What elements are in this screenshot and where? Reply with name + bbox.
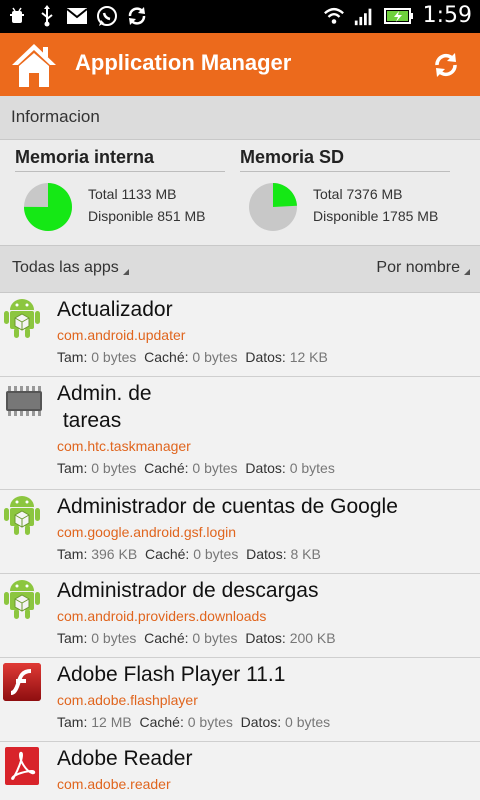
cache-label: Caché: xyxy=(139,714,184,730)
home-icon[interactable] xyxy=(10,41,58,89)
size-label: Tam: xyxy=(57,630,88,646)
sd-memory-title: Memoria SD xyxy=(240,147,450,172)
chip-icon xyxy=(2,381,42,421)
app-row[interactable]: Actualizador com.android.updater Tam: 0 by… xyxy=(0,293,480,377)
data-label: Datos: xyxy=(245,630,286,646)
cache-value: 0 bytes xyxy=(187,714,233,730)
sd-memory-available: Disponible 1785 MB xyxy=(313,208,439,224)
cache-value: 0 bytes xyxy=(193,546,239,562)
usb-debug-icon xyxy=(6,4,28,28)
app-list[interactable]: Actualizador com.android.updater Tam: 0 by… xyxy=(0,293,480,800)
app-stats: Tam: 0 bytes Caché: 0 bytes Datos: 0 byt… xyxy=(57,460,335,476)
app-name: Adobe Flash Player 11.1 xyxy=(57,663,286,686)
usb-icon xyxy=(36,4,58,28)
app-title: Application Manager xyxy=(75,50,292,75)
cache-value: 0 bytes xyxy=(192,460,238,476)
app-name: Adobe Reader xyxy=(57,747,193,770)
info-section-header: Informacion xyxy=(0,96,480,140)
size-label: Tam: xyxy=(57,714,88,730)
filter-bar: Todas las apps Por nombre xyxy=(0,245,480,293)
app-stats: Tam: 12 MB Caché: 0 bytes Datos: 0 bytes xyxy=(57,714,330,730)
data-value: 0 bytes xyxy=(285,714,331,730)
app-row[interactable]: Administrador de descargas com.android.pr… xyxy=(0,574,480,658)
sd-memory-pie-chart xyxy=(249,183,297,231)
size-value: 0 bytes xyxy=(91,630,137,646)
data-value: 0 bytes xyxy=(289,460,335,476)
sd-memory-available-slice xyxy=(273,183,297,207)
flash-icon xyxy=(2,662,42,702)
status-bar: 1:59 xyxy=(0,0,480,33)
app-filter-dropdown[interactable]: Todas las apps xyxy=(12,259,129,277)
size-label: Tam: xyxy=(57,546,88,562)
app-name: Admin. de tareas xyxy=(57,382,152,432)
cache-label: Caché: xyxy=(144,546,190,562)
internal-memory: Memoria interna Total 1133 MB Disponible… xyxy=(15,147,225,242)
sd-memory: Memoria SD Total 7376 MB Disponible 1785… xyxy=(240,147,450,242)
cache-label: Caché: xyxy=(144,460,189,476)
app-row[interactable]: Adobe Readercom.adobe.readerTam: 8 MB Ca… xyxy=(0,742,480,800)
app-stats: Tam: 396 KB Caché: 0 bytes Datos: 8 KB xyxy=(57,546,321,562)
app-row[interactable]: Admin. de tareas com.htc.taskmanager Tam: … xyxy=(0,377,480,490)
signal-icon xyxy=(353,4,375,28)
app-package: com.adobe.reader xyxy=(57,776,171,792)
sd-memory-total: Total 7376 MB xyxy=(313,186,403,202)
size-label: Tam: xyxy=(57,460,88,476)
data-value: 8 KB xyxy=(290,546,321,562)
app-row[interactable]: Adobe Flash Player 11.1 com.adobe.flashpl… xyxy=(0,658,480,742)
info-title: Informacion xyxy=(11,107,100,126)
data-label: Datos: xyxy=(240,714,282,730)
app-row[interactable]: Administrador de cuentas de Google com.go… xyxy=(0,490,480,574)
app-name: Actualizador xyxy=(57,298,173,321)
cache-value: 0 bytes xyxy=(192,630,238,646)
wifi-icon xyxy=(323,4,345,28)
size-value: 0 bytes xyxy=(91,349,137,365)
cache-label: Caché: xyxy=(144,349,189,365)
whatsapp-icon xyxy=(96,4,118,28)
battery-icon xyxy=(383,4,415,28)
size-value: 12 MB xyxy=(91,714,132,730)
memory-panel: Memoria interna Total 1133 MB Disponible… xyxy=(0,140,480,245)
size-value: 0 bytes xyxy=(91,460,137,476)
data-label: Datos: xyxy=(245,349,286,365)
app-package: com.android.updater xyxy=(57,327,186,343)
internal-memory-title: Memoria interna xyxy=(15,147,225,172)
app-package: com.htc.taskmanager xyxy=(57,438,191,454)
data-value: 200 KB xyxy=(289,630,336,646)
app-stats: Tam: 0 bytes Caché: 0 bytes Datos: 200 K… xyxy=(57,630,336,646)
internal-memory-available: Disponible 851 MB xyxy=(88,208,206,224)
data-label: Datos: xyxy=(246,546,287,562)
size-value: 396 KB xyxy=(91,546,138,562)
sort-dropdown[interactable]: Por nombre xyxy=(376,259,470,277)
android-icon xyxy=(2,578,42,619)
internal-memory-total: Total 1133 MB xyxy=(88,186,177,202)
refresh-icon[interactable] xyxy=(432,51,460,79)
app-stats: Tam: 0 bytes Caché: 0 bytes Datos: 12 KB xyxy=(57,349,328,365)
clock: 1:59 xyxy=(422,3,472,28)
app-package: com.google.android.gsf.login xyxy=(57,524,237,540)
app-name: Administrador de cuentas de Google xyxy=(57,495,398,518)
data-label: Datos: xyxy=(245,460,286,476)
gmail-icon xyxy=(66,4,88,28)
adobe-reader-icon xyxy=(2,746,42,786)
cache-value: 0 bytes xyxy=(192,349,238,365)
sync-icon xyxy=(126,4,148,28)
android-icon xyxy=(2,494,42,535)
data-value: 12 KB xyxy=(289,349,328,365)
android-icon xyxy=(2,297,42,338)
app-name: Administrador de descargas xyxy=(57,579,319,602)
app-package: com.adobe.flashplayer xyxy=(57,692,198,708)
internal-memory-pie-chart xyxy=(24,183,73,231)
cache-label: Caché: xyxy=(144,630,189,646)
app-package: com.android.providers.downloads xyxy=(57,608,267,624)
app-header: Application Manager xyxy=(0,33,480,96)
size-label: Tam: xyxy=(57,349,88,365)
